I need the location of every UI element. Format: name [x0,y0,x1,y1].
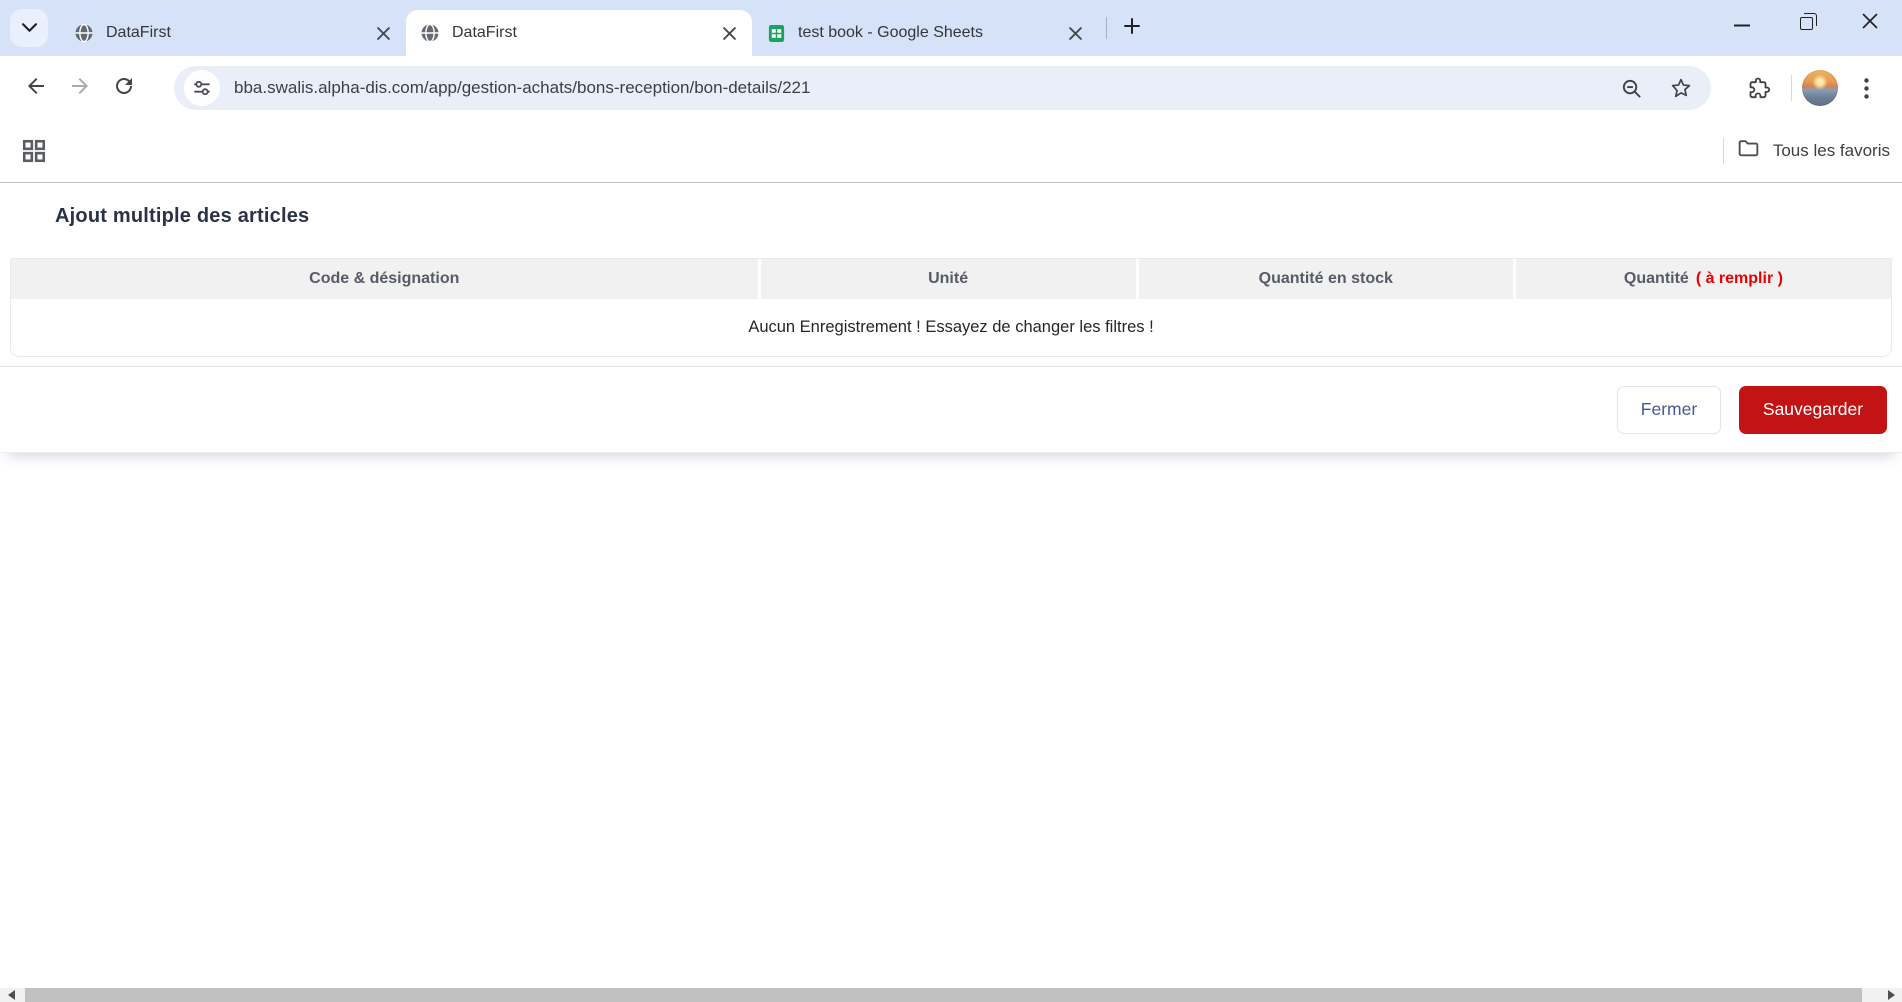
forward-icon [68,74,92,103]
tab-title: DataFirst [106,24,171,41]
close-window-button[interactable] [1838,0,1902,46]
reload-icon [112,74,136,103]
scroll-right-button[interactable] [1880,988,1902,1002]
modal-footer: Fermer Sauvegarder [0,366,1902,453]
tab-strip-divider [1106,17,1107,39]
sheets-icon [766,23,786,43]
tab-close-icon[interactable] [716,20,742,46]
all-bookmarks[interactable]: Tous les favoris [1722,136,1894,166]
restore-icon [1799,12,1817,30]
page-content: Ajout multiple des articles Code & désig… [0,182,1902,988]
quantite-label: Quantité [1623,270,1689,287]
bookmarks-bar: Tous les favoris [0,120,1902,182]
scrollbar-thumb[interactable] [25,988,1862,1002]
globe-icon [74,23,94,43]
empty-table-message: Aucun Enregistrement ! Essayez de change… [748,318,1154,336]
minimize-button[interactable] [1710,0,1774,46]
tab-google-sheets[interactable]: test book - Google Sheets [752,10,1098,56]
forward-button[interactable] [58,66,102,110]
toolbar-right-actions [1737,66,1892,110]
scroll-left-arrow-icon [7,990,15,1000]
new-tab-button[interactable] [1115,11,1149,45]
column-header-unite: Unité [760,259,1136,299]
back-icon [24,74,48,103]
zoom-minus-icon [1622,79,1641,98]
column-header-code-designation: Code & désignation [11,259,758,299]
column-header-quantite-stock: Quantité en stock [1138,259,1513,299]
reload-button[interactable] [102,66,146,110]
close-icon [1862,13,1878,34]
extensions-button[interactable] [1737,66,1781,110]
tab-datafirst-2-active[interactable]: DataFirst [406,10,752,56]
kebab-menu-icon [1863,77,1869,99]
puzzle-icon [1749,77,1771,99]
sauvegarder-button[interactable]: Sauvegarder [1739,385,1887,434]
browser-menu-button[interactable] [1848,66,1884,110]
quantite-required-note: ( à remplir ) [1695,270,1783,287]
browser-toolbar: bba.swalis.alpha-dis.com/app/gestion-ach… [0,56,1902,120]
zoom-out-indicator-button[interactable] [1613,70,1649,106]
page-title: Ajout multiple des articles [55,205,310,227]
tab-close-icon[interactable] [370,20,396,46]
apps-grid-icon [22,139,46,163]
tab-search-button[interactable] [10,9,48,47]
horizontal-scrollbar[interactable] [0,988,1902,1002]
window-controls [1710,0,1902,46]
scroll-left-button[interactable] [0,988,22,1002]
fermer-button[interactable]: Fermer [1617,385,1721,434]
restore-button[interactable] [1774,0,1838,46]
star-icon [1671,78,1691,98]
chevron-down-icon [21,19,37,37]
tab-strip: DataFirst DataFirst test book - Google S… [0,0,1902,56]
toolbar-divider [1791,75,1792,101]
table-header-row: Code & désignation Unité Quantité en sto… [11,259,1891,299]
profile-avatar[interactable] [1802,70,1838,106]
bookmark-star-button[interactable] [1663,70,1699,106]
globe-icon [420,23,440,43]
tab-title: DataFirst [452,24,517,41]
tab-close-icon[interactable] [1062,20,1088,46]
apps-shortcut-button[interactable] [14,131,54,171]
tab-title: test book - Google Sheets [798,24,983,41]
bookmarks-divider [1722,138,1724,164]
tab-datafirst-1[interactable]: DataFirst [60,10,406,56]
all-bookmarks-label[interactable]: Tous les favoris [1773,141,1890,161]
url-text[interactable]: bba.swalis.alpha-dis.com/app/gestion-ach… [234,78,1603,98]
articles-table: Code & désignation Unité Quantité en sto… [10,258,1892,357]
plus-icon [1123,17,1141,40]
scroll-right-arrow-icon [1887,990,1895,1000]
minimize-icon [1734,14,1750,32]
site-settings-button[interactable] [184,70,220,106]
browser-window: DataFirst DataFirst test book - Google S… [0,0,1902,1002]
folder-icon [1736,136,1761,166]
column-header-quantite: Quantité ( à remplir ) [1515,259,1891,299]
address-bar[interactable]: bba.swalis.alpha-dis.com/app/gestion-ach… [174,66,1711,110]
back-button[interactable] [14,66,58,110]
omnibox-actions [1613,70,1699,106]
tune-icon [194,80,210,96]
